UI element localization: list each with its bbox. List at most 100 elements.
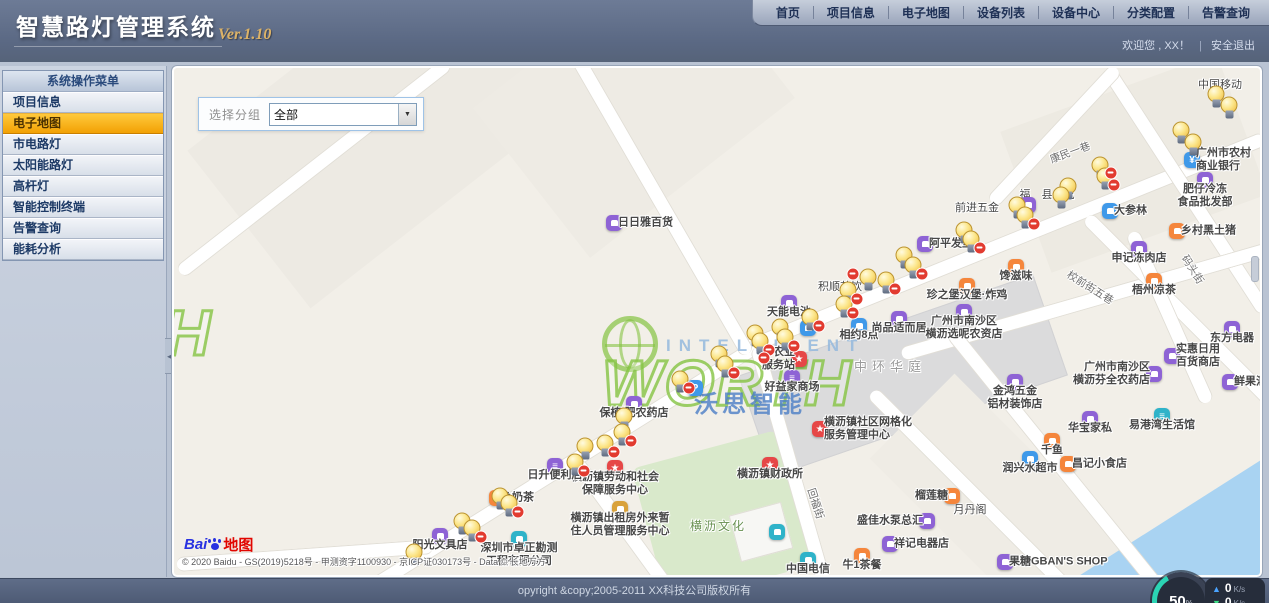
map-poi[interactable]: 深圳市卓正勘测工程有限公司 (511, 531, 527, 547)
nav-item-project-info[interactable]: 项目信息 (814, 4, 888, 21)
map-poi[interactable]: 肥仔冷冻食品批发部 (1197, 172, 1213, 188)
map-poi[interactable]: 相约8点 (851, 318, 867, 334)
map-poi[interactable]: 东方电器 (1224, 321, 1240, 337)
map-poi[interactable]: 珍之堡汉堡·炸鸡 (959, 278, 975, 294)
upload-arrow-icon: ▲ (1212, 584, 1221, 594)
map-poi[interactable]: ≡好益家商场 (784, 370, 800, 386)
map-poi[interactable]: 华宝家私 (1082, 411, 1098, 427)
download-arrow-icon: ▼ (1212, 598, 1221, 603)
map-poi[interactable]: 天能电池 (781, 295, 797, 311)
nav-item-home[interactable]: 首页 (763, 4, 813, 21)
welcome-text: 欢迎您 , XX！ (1122, 40, 1190, 52)
nav-item-device-list[interactable]: 设备列表 (964, 4, 1038, 21)
nav-item-category-config[interactable]: 分类配置 (1114, 4, 1188, 21)
nav-item-emap[interactable]: 电子地图 (889, 4, 963, 21)
baidu-logo: Bai 地图 (184, 534, 253, 555)
map-poi-label: 横沥镇社区网格化服务管理中心 (824, 416, 912, 442)
download-value: 0 (1225, 595, 1232, 603)
map-poi[interactable]: 昌记小食店 (1060, 456, 1076, 472)
app-window: 智慧路灯管理系统 Ver.1.10 首页 项目信息 电子地图 设备列表 设备中心… (0, 0, 1269, 603)
map-poi[interactable] (769, 524, 785, 540)
group-select[interactable]: 全部 ▼ (269, 103, 417, 126)
map-scrollbar-handle[interactable] (1251, 256, 1259, 282)
sidebar-menu: 系统操作菜单 项目信息 电子地图 市电路灯 太阳能路灯 高杆灯 智能控制终端 告… (2, 70, 164, 261)
nav-item-alarm-query[interactable]: 告警查询 (1189, 4, 1263, 21)
street-light-marker[interactable] (1053, 187, 1070, 204)
map-poi-label: 横沥镇财政所 (737, 468, 803, 481)
map-poi[interactable]: 鲜果汇 (1222, 374, 1238, 390)
map-poi[interactable]: 申记冻肉店 (1131, 241, 1147, 257)
alarm-badge-icon (916, 268, 929, 281)
street-light-marker[interactable] (616, 408, 633, 425)
sidebar-item-energy-analysis[interactable]: 能耗分析 (3, 239, 163, 260)
map-poi[interactable]: 乡村黑土猪 (1169, 223, 1185, 239)
baidu-map-text: 地图 (223, 534, 253, 555)
alarm-badge-icon (1105, 167, 1118, 180)
app-title: 智慧路灯管理系统 (14, 8, 222, 47)
alarm-badge-icon (758, 352, 771, 365)
sidebar-item-mains-light[interactable]: 市电路灯 (3, 134, 163, 155)
speed-percent-sign: % (1186, 599, 1193, 603)
map-poi[interactable]: ≡易港湾生活馆 (1154, 408, 1170, 424)
map-poi-label: 保植 肥农药店 (599, 407, 668, 420)
sidebar-item-highmast-light[interactable]: 高杆灯 (3, 176, 163, 197)
map-poi[interactable]: 梧州凉茶 (1146, 273, 1162, 289)
alarm-badge-icon (847, 268, 860, 281)
map-poi[interactable]: 千鱼 (1044, 433, 1060, 449)
welcome-bar: 欢迎您 , XX！ | 安全退出 (1122, 37, 1255, 53)
nav-item-device-center[interactable]: 设备中心 (1039, 4, 1113, 21)
upload-unit: K/s (1234, 585, 1246, 594)
map-poi-label: 盛佳水泵总汇 (857, 515, 923, 528)
alarm-badge-icon (625, 435, 638, 448)
sidebar-item-solar-light[interactable]: 太阳能路灯 (3, 155, 163, 176)
map-canvas[interactable]: INTELLIGENT WORTH 沃思智能 WORTH 沃思智能 选择分组 全… (174, 68, 1260, 575)
map-poi[interactable]: 大参林 (1102, 203, 1118, 219)
map-poi[interactable]: 牛1茶餐 (854, 548, 870, 564)
street-light-marker[interactable] (1221, 97, 1238, 114)
map-poi[interactable]: 馋滋味 (1008, 259, 1024, 275)
map-poi[interactable]: 广州市南沙区横沥芬全农药店 (1146, 366, 1162, 382)
map-poi[interactable]: 尚品适而居 (891, 311, 907, 327)
map-poi-label: 珍之堡汉堡·炸鸡 (927, 289, 1008, 302)
footer: opyright &copy;2005-2011 XX科技公司版权所有 (0, 578, 1269, 603)
map-poi-label: 千鱼 (1041, 444, 1063, 457)
map-poi[interactable]: 实惠日用百货商店 (1164, 348, 1180, 364)
alarm-badge-icon (578, 465, 591, 478)
map-poi[interactable]: 日日雅百货 (606, 215, 622, 231)
map-poi[interactable]: ★横沥镇社区网格化服务管理中心 (812, 421, 828, 437)
alarm-badge-icon (974, 242, 987, 255)
sidebar-item-alarm-query[interactable]: 告警查询 (3, 218, 163, 239)
sidebar: 系统操作菜单 项目信息 电子地图 市电路灯 太阳能路灯 高杆灯 智能控制终端 告… (0, 66, 167, 577)
sidebar-item-project-info[interactable]: 项目信息 (3, 92, 163, 113)
map-poi[interactable]: 横沥镇出租房外来暂住人员管理服务中心 (612, 501, 628, 517)
map-poi[interactable]: ≡日升便利店 (547, 458, 563, 474)
map-poi-label: 易港湾生活馆 (1129, 419, 1195, 432)
map-poi[interactable]: 盛佳水泵总汇 (919, 513, 935, 529)
map-poi[interactable]: 中国电信 (800, 552, 816, 568)
dropdown-arrow-icon[interactable]: ▼ (398, 104, 416, 125)
map-poi[interactable]: 阿平发型 (917, 236, 933, 252)
map-poi-label: 大参林 (1114, 205, 1147, 218)
map-poi-label: 广州市南沙区横沥选呢农资店 (926, 315, 1003, 341)
map-poi[interactable]: ★新 农业服务站 (791, 351, 807, 367)
street-light-marker[interactable] (860, 269, 877, 286)
map-poi-label: 梧州凉茶 (1132, 284, 1176, 297)
street-light-marker[interactable] (577, 438, 594, 455)
map-poi[interactable]: 果糖GBAN'S SHOP (997, 554, 1013, 570)
map-poi[interactable]: 阳光文具店 (432, 528, 448, 544)
map-poi[interactable]: ★横沥镇财政所 (762, 457, 778, 473)
street-light-marker[interactable] (1185, 134, 1202, 151)
map-poi[interactable]: 金鸿五金铝材装饰店 (1007, 374, 1023, 390)
map-poi[interactable]: 广州市南沙区横沥选呢农资店 (956, 304, 972, 320)
upload-value: 0 (1225, 581, 1232, 595)
app-version: Ver.1.10 (218, 26, 271, 44)
baidu-logo-text: Bai (184, 536, 207, 553)
logout-link[interactable]: 安全退出 (1211, 40, 1255, 52)
map-poi[interactable]: 润兴水超市 (1022, 451, 1038, 467)
sidebar-item-emap[interactable]: 电子地图 (3, 113, 163, 134)
map-poi[interactable]: ★横沥镇劳动和社会保障服务中心 (607, 460, 623, 476)
sidebar-item-smart-terminal[interactable]: 智能控制终端 (3, 197, 163, 218)
group-select-label: 选择分组 (209, 106, 261, 123)
map-poi[interactable]: 祥记电器店 (882, 536, 898, 552)
map-poi[interactable]: 榴莲糖 (944, 488, 960, 504)
